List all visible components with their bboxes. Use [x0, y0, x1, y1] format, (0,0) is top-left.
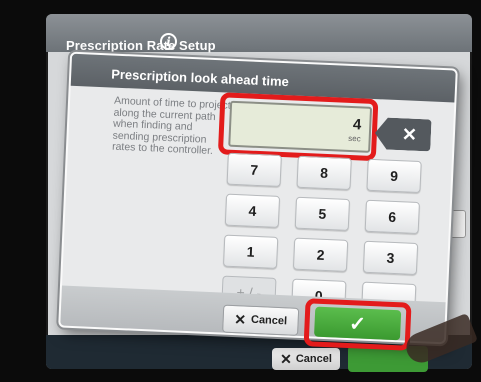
info-icon[interactable]: i: [160, 33, 177, 50]
value-display[interactable]: 4 sec: [228, 100, 373, 153]
backspace-icon[interactable]: ✕: [374, 117, 431, 151]
close-icon: ✕: [233, 310, 247, 328]
cancel-button[interactable]: ✕ Cancel: [222, 304, 300, 336]
background-title: Prescription Rate Setup: [66, 38, 216, 53]
value-readout: 4: [352, 116, 362, 134]
key-7[interactable]: 7: [226, 152, 282, 187]
close-icon: ✕: [280, 350, 292, 367]
numeric-keypad: 7 8 9 4 5 6 1 2 3 + / - 0 .: [221, 152, 422, 316]
key-5[interactable]: 5: [294, 196, 351, 231]
background-cancel-button[interactable]: ✕ Cancel: [272, 348, 340, 370]
key-2[interactable]: 2: [292, 237, 349, 272]
dialog-description: Amount of time to project along the curr…: [111, 94, 231, 157]
key-8[interactable]: 8: [296, 155, 352, 191]
value-unit: sec: [348, 133, 361, 144]
key-3[interactable]: 3: [362, 240, 419, 275]
background-cancel-label: Cancel: [295, 353, 332, 365]
ok-button[interactable]: ✓: [314, 306, 402, 341]
key-4[interactable]: 4: [224, 193, 281, 228]
key-6[interactable]: 6: [364, 199, 420, 235]
key-1[interactable]: 1: [222, 234, 279, 269]
key-9[interactable]: 9: [366, 158, 422, 194]
lookahead-dialog: Prescription look ahead time Amount of t…: [58, 51, 458, 351]
checkmark-icon: ✓: [348, 312, 367, 336]
cancel-label: Cancel: [250, 313, 288, 328]
